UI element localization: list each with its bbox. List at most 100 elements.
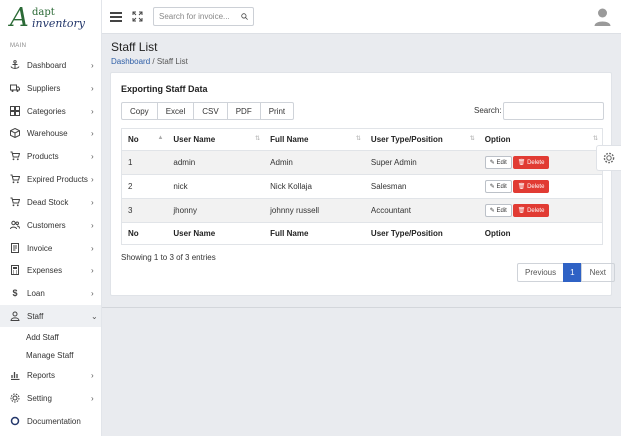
chevron-right-icon: › bbox=[91, 243, 94, 253]
pencil-icon: ✎ bbox=[489, 208, 497, 214]
users-icon bbox=[10, 220, 20, 230]
column-footer-option: Option bbox=[478, 222, 603, 245]
pencil-icon: ✎ bbox=[489, 160, 497, 166]
chevron-right-icon: › bbox=[91, 197, 94, 207]
csv-button[interactable]: CSV bbox=[193, 102, 228, 120]
delete-button[interactable]: 🗑 Delete bbox=[512, 180, 550, 193]
sidebar-item-suppliers[interactable]: Suppliers › bbox=[0, 77, 101, 99]
edit-button[interactable]: ✎ Edit bbox=[484, 180, 512, 193]
cell-no: 2 bbox=[121, 174, 168, 199]
breadcrumb-home[interactable]: Dashboard bbox=[111, 57, 150, 66]
box-icon bbox=[10, 128, 20, 138]
chevron-right-icon: › bbox=[91, 151, 94, 161]
sidebar-subitem-add-staff[interactable]: Add Staff bbox=[26, 333, 59, 342]
chart-icon bbox=[10, 370, 20, 380]
cell-type: Super Admin bbox=[364, 150, 479, 175]
breadcrumb-current: Staff List bbox=[156, 57, 188, 66]
sidebar-item-label: Expired Products bbox=[27, 174, 88, 184]
dollar-icon: $ bbox=[12, 288, 18, 298]
delete-button[interactable]: 🗑 Delete bbox=[512, 156, 550, 169]
pdf-button[interactable]: PDF bbox=[226, 102, 261, 120]
search-icon[interactable] bbox=[241, 12, 248, 21]
trash-icon: 🗑 bbox=[517, 184, 528, 190]
truck-icon bbox=[10, 83, 20, 93]
column-header-option[interactable]: Option ⇅ bbox=[478, 128, 603, 151]
logo-text-top: dapt bbox=[32, 6, 55, 18]
column-header-fullname[interactable]: Full Name ⇅ bbox=[264, 128, 365, 151]
sidebar-item-label: Loan bbox=[27, 288, 45, 298]
excel-button[interactable]: Excel bbox=[156, 102, 195, 120]
copy-button[interactable]: Copy bbox=[121, 102, 158, 120]
sidebar-item-staff[interactable]: Staff ⌄ bbox=[0, 305, 101, 327]
column-header-type[interactable]: User Type/Position ⇅ bbox=[364, 128, 479, 151]
sidebar-item-setting[interactable]: Setting › bbox=[0, 387, 101, 409]
sidebar-item-warehouse[interactable]: Warehouse › bbox=[0, 122, 101, 144]
settings-toggle[interactable] bbox=[596, 145, 621, 171]
topbar bbox=[102, 0, 621, 34]
search-input[interactable] bbox=[159, 12, 241, 21]
sidebar-item-reports[interactable]: Reports › bbox=[0, 364, 101, 386]
sidebar-item-label: Reports bbox=[27, 370, 56, 380]
cell-option: ✎ Edit 🗑 Delete bbox=[478, 174, 603, 199]
table-row: 1 admin Admin Super Admin ✎ Edit 🗑 Delete bbox=[121, 150, 603, 175]
sidebar-item-dead-stock[interactable]: Dead Stock › bbox=[0, 191, 101, 213]
sidebar-item-customers[interactable]: Customers › bbox=[0, 214, 101, 236]
sidebar-item-label: Dashboard bbox=[27, 60, 67, 70]
sidebar-item-label: Setting bbox=[27, 393, 52, 403]
cell-fullname: Admin bbox=[264, 150, 365, 175]
pagination-next[interactable]: Next bbox=[580, 263, 616, 282]
cell-type: Accountant bbox=[364, 198, 479, 223]
global-search bbox=[153, 7, 254, 26]
cell-fullname: johnny russell bbox=[264, 198, 365, 223]
page-title: Staff List bbox=[111, 40, 158, 54]
sidebar-item-loan[interactable]: $ Loan › bbox=[0, 282, 101, 304]
sort-icon: ⇅ bbox=[255, 136, 261, 142]
sidebar-item-label: Dead Stock bbox=[27, 197, 69, 207]
column-footer-fullname: Full Name bbox=[264, 222, 365, 245]
pagination-previous[interactable]: Previous bbox=[517, 263, 565, 282]
brand-logo[interactable]: A dapt inventory bbox=[0, 0, 101, 36]
avatar[interactable] bbox=[594, 7, 611, 26]
gear-icon bbox=[10, 393, 20, 403]
cell-fullname: Nick Kollaja bbox=[264, 174, 365, 199]
sidebar-item-label: Staff bbox=[27, 311, 44, 321]
edit-button[interactable]: ✎ Edit bbox=[484, 156, 512, 169]
print-button[interactable]: Print bbox=[259, 102, 295, 120]
sidebar-subitem-manage-staff[interactable]: Manage Staff bbox=[26, 351, 73, 360]
logo-mark: A bbox=[10, 3, 29, 33]
chevron-right-icon: › bbox=[91, 288, 94, 298]
sort-icon: ▲ bbox=[157, 135, 164, 141]
sidebar-item-dashboard[interactable]: Dashboard › bbox=[0, 54, 101, 76]
delete-button[interactable]: 🗑 Delete bbox=[512, 204, 550, 217]
pencil-icon: ✎ bbox=[489, 184, 497, 190]
column-header-username[interactable]: User Name ⇅ bbox=[167, 128, 265, 151]
cell-no: 3 bbox=[121, 198, 168, 223]
cart-down-icon bbox=[10, 197, 20, 207]
table-search-label: Search: bbox=[474, 106, 502, 115]
sidebar: A dapt inventory MAIN Dashboard › Suppli… bbox=[0, 0, 102, 436]
sidebar-item-expenses[interactable]: Expenses › bbox=[0, 259, 101, 281]
cell-no: 1 bbox=[121, 150, 168, 175]
sidebar-item-products[interactable]: Products › bbox=[0, 145, 101, 167]
column-header-no[interactable]: No ▲ bbox=[121, 128, 168, 151]
circle-icon bbox=[10, 416, 20, 426]
column-footer-type: User Type/Position bbox=[364, 222, 479, 245]
table-search-input[interactable] bbox=[503, 102, 604, 120]
calculator-icon bbox=[10, 265, 20, 275]
sidebar-item-expired-products[interactable]: Expired Products › bbox=[0, 168, 101, 190]
table-row: 2 nick Nick Kollaja Salesman ✎ Edit 🗑 Del… bbox=[121, 174, 603, 199]
trash-icon: 🗑 bbox=[517, 208, 528, 214]
sidebar-item-categories[interactable]: Categories › bbox=[0, 100, 101, 122]
sidebar-item-label: Categories bbox=[27, 106, 66, 116]
menu-icon[interactable] bbox=[110, 12, 122, 22]
sidebar-item-documentation[interactable]: Documentation bbox=[0, 410, 101, 432]
sidebar-section-label: MAIN bbox=[10, 43, 27, 49]
sidebar-item-label: Expenses bbox=[27, 265, 63, 275]
edit-button[interactable]: ✎ Edit bbox=[484, 204, 512, 217]
sidebar-item-invoice[interactable]: Invoice › bbox=[0, 237, 101, 259]
pagination-page-1[interactable]: 1 bbox=[563, 263, 582, 282]
chevron-right-icon: › bbox=[91, 220, 94, 230]
fullscreen-icon[interactable] bbox=[132, 11, 143, 22]
cell-option: ✎ Edit 🗑 Delete bbox=[478, 198, 603, 223]
chevron-right-icon: › bbox=[91, 106, 94, 116]
